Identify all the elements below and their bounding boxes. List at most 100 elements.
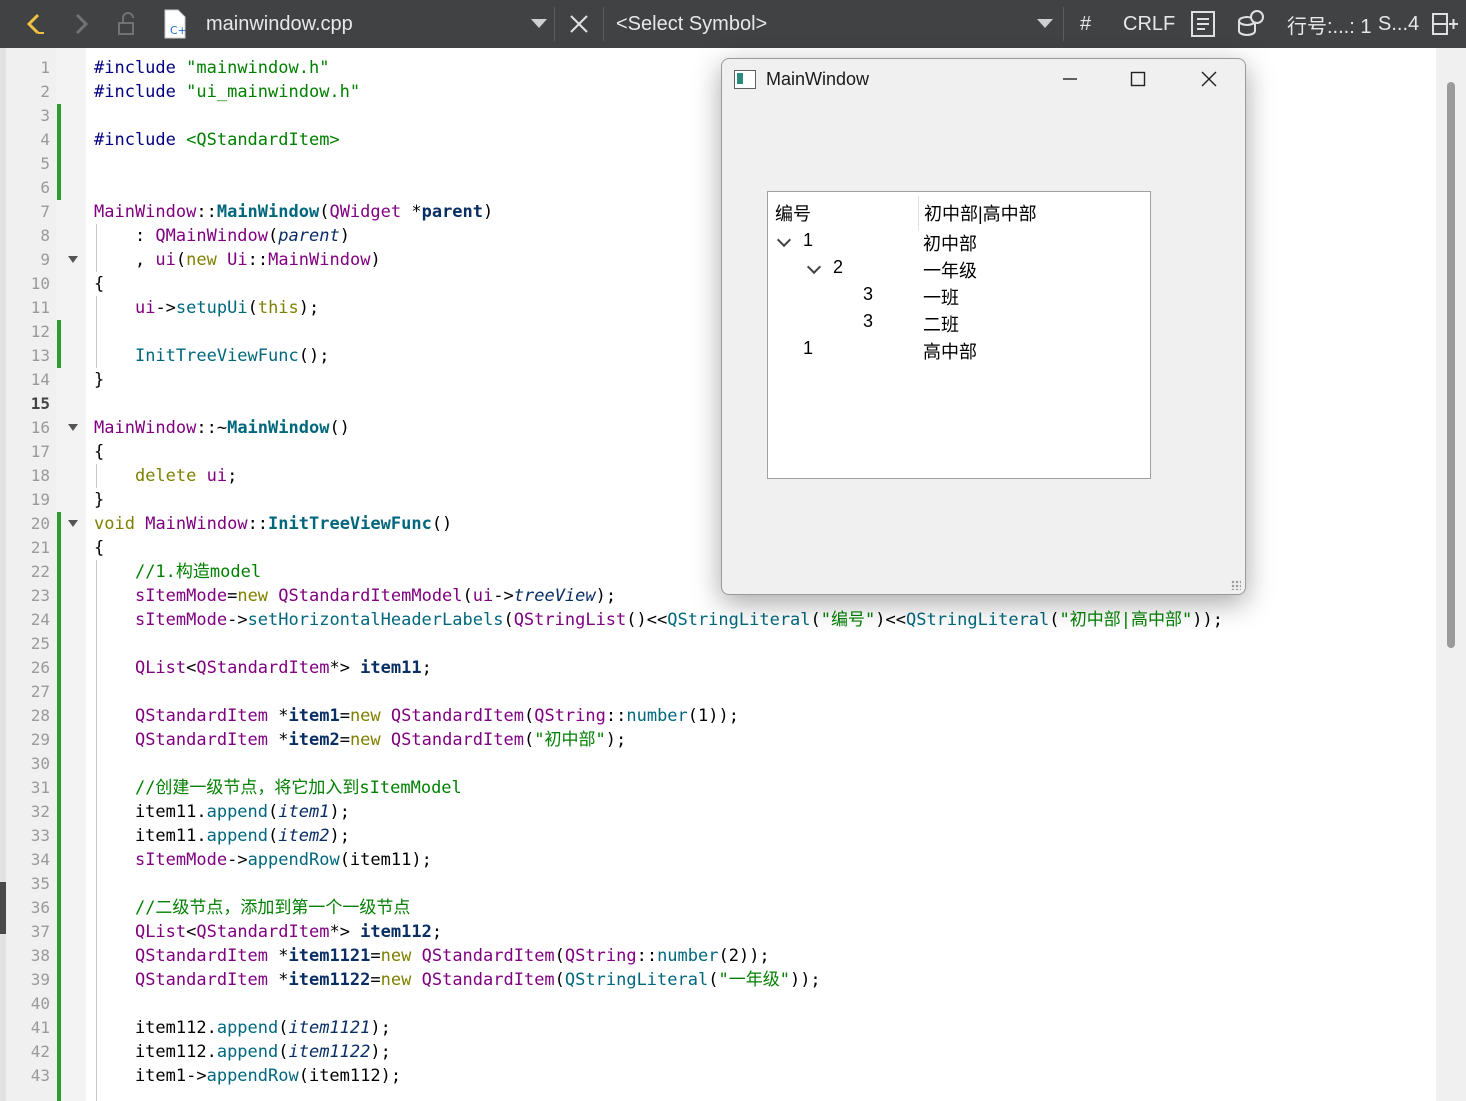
code-line[interactable]: //创建一级节点，将它加入到sItemModel xyxy=(94,776,462,800)
tree-cell-id: 3 xyxy=(863,284,874,304)
code-line[interactable]: #include <QStandardItem> xyxy=(94,128,340,152)
code-line[interactable]: QStandardItem *item1122=new QStandardIte… xyxy=(94,968,821,992)
tree-row[interactable]: 3 一班 xyxy=(768,284,1150,311)
code-line[interactable]: MainWindow::~MainWindow() xyxy=(94,416,350,440)
line-number: 13 xyxy=(30,346,50,365)
database-icon[interactable] xyxy=(1234,0,1268,48)
tree-row[interactable]: 1 初中部 xyxy=(768,230,1150,257)
code-line[interactable]: item11.append(item1); xyxy=(94,800,350,824)
code-line[interactable]: ui->setupUi(this); xyxy=(94,296,319,320)
line-number: 16 xyxy=(30,418,50,437)
line-number: 14 xyxy=(30,370,50,389)
svg-text:C+: C+ xyxy=(170,24,187,37)
close-icon[interactable] xyxy=(562,0,596,48)
line-number: 42 xyxy=(30,1042,50,1061)
symbol-dropdown-icon[interactable] xyxy=(1028,0,1062,48)
window-title: MainWindow xyxy=(766,69,870,89)
code-line[interactable]: item11.append(item2); xyxy=(94,824,350,848)
line-number: 10 xyxy=(30,274,50,293)
code-line[interactable]: item1->appendRow(item112); xyxy=(94,1064,401,1088)
fold-arrow-icon[interactable] xyxy=(68,256,78,263)
code-line[interactable]: #include "mainwindow.h" xyxy=(94,56,329,80)
line-number: 23 xyxy=(30,586,50,605)
toolbar-separator xyxy=(603,7,604,41)
tree-view[interactable]: 编号 初中部|高中部 1 初中部 2 一年级 3 一班 3 二班 1 高中部 xyxy=(767,191,1151,479)
file-dropdown-icon[interactable] xyxy=(522,0,556,48)
expand-chevron-icon[interactable] xyxy=(806,259,822,275)
code-line[interactable]: item112.append(item1121); xyxy=(94,1016,391,1040)
line-number: 34 xyxy=(30,850,50,869)
lock-icon[interactable] xyxy=(110,0,144,48)
tree-cell-id: 3 xyxy=(863,311,874,331)
code-line[interactable]: QStandardItem *item2=new QStandardItem("… xyxy=(94,728,626,752)
tree-cell-name: 高中部 xyxy=(923,342,977,362)
split-indicator[interactable]: S...4 xyxy=(1378,0,1419,48)
code-line[interactable]: sItemMode=new QStandardItemModel(ui->tre… xyxy=(94,584,616,608)
maximize-button[interactable] xyxy=(1107,59,1169,99)
code-line[interactable]: QList<QStandardItem*> item112; xyxy=(94,920,442,944)
line-number: 26 xyxy=(30,658,50,677)
back-arrow-icon[interactable] xyxy=(18,0,52,48)
line-number: 27 xyxy=(30,682,50,701)
code-line[interactable]: : QMainWindow(parent) xyxy=(94,224,350,248)
line-number: 33 xyxy=(30,826,50,845)
line-number: 11 xyxy=(30,298,50,317)
line-number: 31 xyxy=(30,778,50,797)
code-line[interactable]: QStandardItem *item1121=new QStandardIte… xyxy=(94,944,770,968)
line-ending-button[interactable]: CRLF xyxy=(1123,0,1175,48)
change-bar xyxy=(57,104,61,200)
code-line[interactable]: QStandardItem *item1=new QStandardItem(Q… xyxy=(94,704,739,728)
code-line[interactable]: , ui(new Ui::MainWindow) xyxy=(94,248,381,272)
tree-row[interactable]: 3 二班 xyxy=(768,311,1150,338)
line-number: 38 xyxy=(30,946,50,965)
file-name[interactable]: mainwindow.cpp xyxy=(206,0,353,48)
column-header-id[interactable]: 编号 xyxy=(775,200,811,226)
line-number: 3 xyxy=(40,106,50,125)
code-line[interactable]: #include "ui_mainwindow.h" xyxy=(94,80,360,104)
code-line[interactable]: { xyxy=(94,536,104,560)
close-window-button[interactable] xyxy=(1178,59,1240,99)
code-line[interactable]: //1.构造model xyxy=(94,560,261,584)
scrollbar-thumb[interactable] xyxy=(1447,82,1455,648)
forward-arrow-icon[interactable] xyxy=(64,0,98,48)
code-line[interactable]: sItemMode->setHorizontalHeaderLabels(QSt… xyxy=(94,608,1223,632)
code-line[interactable]: { xyxy=(94,272,104,296)
editor-toolbar: C+ mainwindow.cpp <Select Symbol> # CRLF… xyxy=(0,0,1466,48)
code-line[interactable]: } xyxy=(94,488,104,512)
code-line[interactable]: item112.append(item1122); xyxy=(94,1040,391,1064)
code-line[interactable]: } xyxy=(94,368,104,392)
hash-button[interactable]: # xyxy=(1080,0,1091,48)
code-line[interactable]: { xyxy=(94,440,104,464)
resize-grip-icon[interactable] xyxy=(1231,580,1241,590)
split-icon[interactable] xyxy=(1428,0,1462,48)
line-number: 40 xyxy=(30,994,50,1013)
line-number: 5 xyxy=(40,154,50,173)
line-number: 6 xyxy=(40,178,50,197)
code-line[interactable]: //二级节点，添加到第一个一级节点 xyxy=(94,896,410,920)
tree-row[interactable]: 2 一年级 xyxy=(768,257,1150,284)
line-number: 32 xyxy=(30,802,50,821)
line-number: 15 xyxy=(30,394,50,413)
symbol-selector[interactable]: <Select Symbol> xyxy=(616,0,767,48)
code-line[interactable]: sItemMode->appendRow(item11); xyxy=(94,848,432,872)
toolbar-separator xyxy=(554,7,555,41)
line-number: 2 xyxy=(40,82,50,101)
tree-row[interactable]: 1 高中部 xyxy=(768,338,1150,365)
code-line[interactable]: InitTreeViewFunc(); xyxy=(94,344,329,368)
column-header-name[interactable]: 初中部|高中部 xyxy=(924,200,1037,226)
fold-arrow-icon[interactable] xyxy=(68,520,78,527)
code-line[interactable]: delete ui; xyxy=(94,464,237,488)
mainwindow-dialog: MainWindow 编号 初中部|高中部 1 初中部 2 一年级 3 一班 3 二班 1 高中部 xyxy=(721,58,1246,595)
code-line[interactable]: MainWindow::MainWindow(QWidget *parent) xyxy=(94,200,493,224)
expand-chevron-icon[interactable] xyxy=(776,232,792,248)
tree-cell-name: 一年级 xyxy=(923,261,977,281)
fold-arrow-icon[interactable] xyxy=(68,424,78,431)
line-number: 28 xyxy=(30,706,50,725)
code-line[interactable]: QList<QStandardItem*> item11; xyxy=(94,656,432,680)
minimize-button[interactable] xyxy=(1039,59,1101,99)
code-line[interactable]: void MainWindow::InitTreeViewFunc() xyxy=(94,512,452,536)
line-number: 22 xyxy=(30,562,50,581)
outline-icon[interactable] xyxy=(1186,0,1220,48)
line-number: 19 xyxy=(30,490,50,509)
position-indicator[interactable]: 行号:...: 1 xyxy=(1287,0,1371,48)
